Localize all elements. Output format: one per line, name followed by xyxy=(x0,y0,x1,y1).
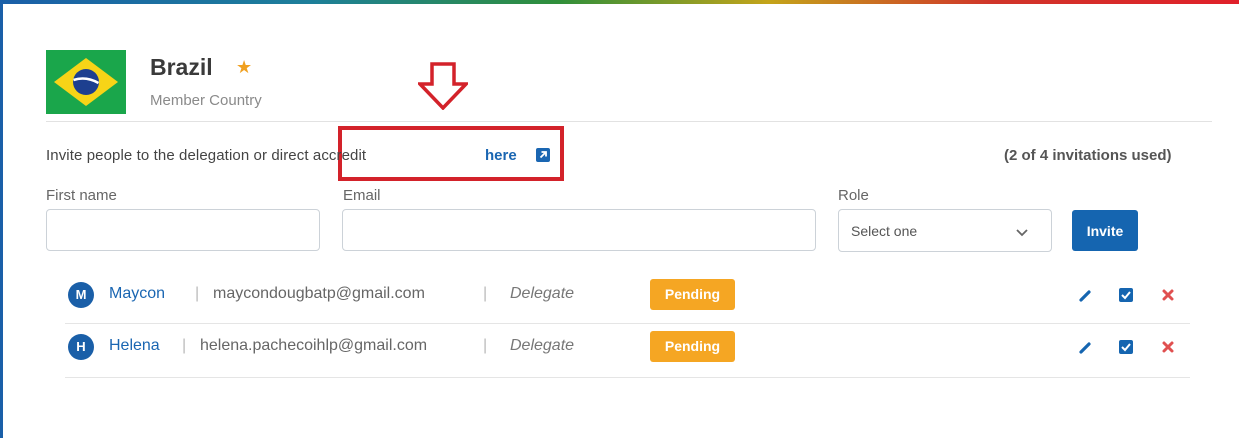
annotation-highlight-box xyxy=(338,126,564,181)
pencil-icon[interactable] xyxy=(1077,338,1095,356)
star-icon[interactable]: ★ xyxy=(236,57,252,78)
close-icon[interactable] xyxy=(1159,286,1177,304)
avatar: H xyxy=(68,334,94,360)
left-accent-bar xyxy=(0,0,3,438)
country-subtitle: Member Country xyxy=(150,92,262,109)
invitee-role: Delegate xyxy=(510,337,575,354)
invitation-row: M Maycon | maycondougbatp@gmail.com | De… xyxy=(65,270,1190,324)
invitee-name-link[interactable]: Helena xyxy=(109,337,160,355)
avatar: M xyxy=(68,282,94,308)
separator: | xyxy=(195,285,200,302)
invitee-email: helena.pachecoihlp@gmail.com xyxy=(200,337,428,354)
row-divider xyxy=(65,377,1190,378)
invitee-name-link[interactable]: Maycon xyxy=(109,285,165,303)
invitations-usage: (2 of 4 invitations used) xyxy=(1004,147,1172,164)
invitee-role: Delegate xyxy=(510,285,575,302)
direct-accredit-link[interactable]: here xyxy=(485,147,517,164)
separator: | xyxy=(483,337,488,354)
role-label: Role xyxy=(838,187,869,204)
email-label: Email xyxy=(343,187,381,204)
country-name: Brazil xyxy=(150,54,213,80)
invite-instructions: Invite people to the delegation or direc… xyxy=(46,147,367,164)
email-input[interactable] xyxy=(342,209,816,251)
status-badge: Pending xyxy=(650,331,735,362)
chevron-down-icon xyxy=(1015,225,1029,243)
top-accent-bar xyxy=(0,0,1239,4)
separator: | xyxy=(483,285,488,302)
arrow-down-icon xyxy=(415,62,471,115)
brazil-flag-icon xyxy=(46,50,126,114)
external-link-icon[interactable] xyxy=(536,148,550,162)
status-badge: Pending xyxy=(650,279,735,310)
checkbox-icon[interactable] xyxy=(1117,286,1135,304)
invitation-row: H Helena | helena.pachecoihlp@gmail.com … xyxy=(65,322,1190,376)
header-divider xyxy=(46,121,1212,122)
first-name-input[interactable] xyxy=(46,209,320,251)
role-select[interactable]: Select one xyxy=(838,209,1052,252)
separator: | xyxy=(182,337,187,354)
role-select-value: Select one xyxy=(851,223,918,239)
invite-button[interactable]: Invite xyxy=(1072,210,1138,251)
first-name-label: First name xyxy=(46,187,117,204)
invitee-email: maycondougbatp@gmail.com xyxy=(213,285,425,302)
close-icon[interactable] xyxy=(1159,338,1177,356)
checkbox-icon[interactable] xyxy=(1117,338,1135,356)
pencil-icon[interactable] xyxy=(1077,286,1095,304)
